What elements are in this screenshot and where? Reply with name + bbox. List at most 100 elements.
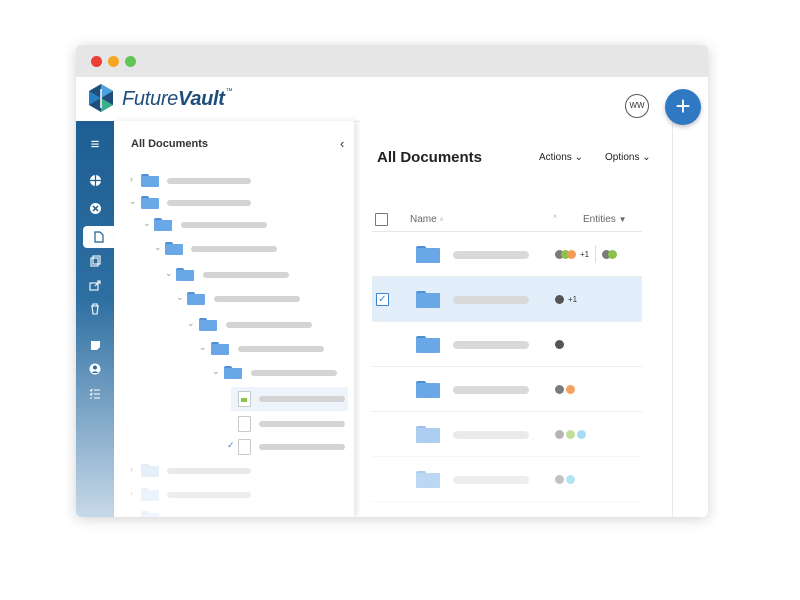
checklist-icon[interactable]	[76, 382, 114, 404]
window-titlebar	[76, 45, 708, 77]
tree-node-label-placeholder	[167, 468, 251, 474]
cell-divider	[595, 245, 597, 263]
tree-node-label-placeholder	[259, 421, 345, 427]
tree-node-label-placeholder	[167, 178, 251, 184]
globe-icon[interactable]	[76, 169, 114, 191]
chevron-down-icon: ⌄	[574, 152, 583, 163]
tree-file-row-highlighted[interactable]	[231, 387, 348, 411]
user-icon[interactable]	[76, 358, 114, 380]
folder-icon	[416, 246, 440, 263]
row-name-placeholder	[453, 386, 529, 394]
actions-dropdown[interactable]: Actions ⌄	[539, 152, 583, 163]
tree-node[interactable]: ⌄	[114, 217, 354, 233]
row-name-placeholder	[453, 341, 529, 349]
tree-node[interactable]: ⌄	[114, 291, 354, 307]
tree-node[interactable]	[114, 510, 354, 517]
tree-node-label-placeholder	[191, 246, 277, 252]
tree-node[interactable]: ⌄	[114, 317, 354, 333]
tree-node-label-placeholder	[167, 200, 251, 206]
maximize-window-button[interactable]	[125, 56, 136, 67]
row-name-placeholder	[453, 251, 529, 259]
close-circle-icon[interactable]	[76, 197, 114, 219]
chevron-down-icon[interactable]: ⌄	[154, 242, 162, 253]
row-name-placeholder	[453, 296, 529, 304]
user-avatar[interactable]: WW	[625, 94, 649, 118]
chevron-down-icon[interactable]: ⌄	[199, 342, 207, 353]
folder-icon	[141, 488, 159, 501]
table-row[interactable]	[372, 322, 642, 367]
right-panel	[672, 121, 708, 517]
sidebar: ≡	[76, 121, 114, 517]
image-file-icon	[238, 391, 251, 407]
app-header: FutureVault™ WW	[76, 77, 708, 122]
chevron-down-icon[interactable]: ⌄	[143, 218, 151, 229]
folder-icon	[199, 318, 217, 331]
menu-icon[interactable]: ≡	[76, 133, 114, 155]
entities-cell	[555, 384, 577, 394]
entities-cell	[555, 429, 588, 439]
options-dropdown[interactable]: Options ⌄	[605, 152, 651, 163]
column-header-name[interactable]: Name ˄	[410, 214, 444, 225]
folder-icon	[141, 174, 159, 187]
table-row[interactable]	[372, 457, 642, 502]
row-checkbox-checked[interactable]: ✓	[376, 293, 389, 306]
minimize-window-button[interactable]	[108, 56, 119, 67]
chevron-down-icon[interactable]: ⌄	[165, 268, 173, 279]
chevron-right-icon[interactable]: ›	[130, 174, 133, 184]
tree-node-label-placeholder	[214, 296, 300, 302]
tree-node[interactable]: ›	[114, 463, 354, 479]
collapse-panel-icon[interactable]: ‹	[340, 136, 344, 151]
futurevault-logo-icon	[89, 84, 113, 112]
copy-icon[interactable]	[76, 250, 114, 272]
entity-dot	[555, 294, 564, 304]
brand-name-bold: Vault	[178, 88, 225, 110]
chevron-down-icon[interactable]: ⌄	[129, 196, 137, 207]
tree-file-row[interactable]: ✓	[114, 439, 354, 455]
tree-node[interactable]: ›	[114, 487, 354, 503]
chevron-down-icon[interactable]: ⌄	[176, 292, 184, 303]
trash-icon[interactable]	[76, 298, 114, 320]
tree-node-label-placeholder	[238, 346, 324, 352]
file-icon	[238, 416, 251, 432]
add-button[interactable]: +	[665, 89, 701, 125]
entity-count: +1	[580, 249, 590, 259]
table-row[interactable]: +1	[372, 232, 642, 277]
note-icon[interactable]	[76, 334, 114, 356]
folder-icon	[165, 242, 183, 255]
tree-node[interactable]: ›	[114, 173, 354, 189]
trademark-mark: ™	[225, 88, 233, 95]
folder-icon	[154, 218, 172, 231]
entities-cell	[555, 339, 566, 349]
tree-node[interactable]: ⌄	[114, 267, 354, 283]
table-row-selected[interactable]: ✓ +1	[372, 277, 642, 322]
tree-node-label-placeholder	[181, 222, 267, 228]
chevron-down-icon[interactable]: ⌄	[187, 318, 195, 329]
tree-node-label-placeholder	[203, 272, 289, 278]
entities-cell	[555, 474, 577, 484]
tree-node[interactable]: ⌄	[114, 365, 354, 381]
folder-icon	[187, 292, 205, 305]
document-icon[interactable]	[83, 226, 114, 248]
tree-node[interactable]: ⌄	[114, 241, 354, 257]
entity-count: +1	[568, 294, 578, 304]
check-icon: ✓	[227, 440, 235, 450]
folder-icon	[416, 426, 440, 443]
column-header-entities[interactable]: Entities ▼	[583, 214, 627, 225]
tree-node-label-placeholder	[226, 322, 312, 328]
tree-node[interactable]: ⌄	[114, 341, 354, 357]
tree-file-row[interactable]	[114, 416, 354, 432]
entity-dot	[555, 339, 564, 349]
chevron-down-icon[interactable]: ⌄	[212, 366, 220, 377]
file-icon	[238, 439, 251, 455]
table-row[interactable]	[372, 412, 642, 457]
share-icon[interactable]	[76, 274, 114, 296]
close-window-button[interactable]	[91, 56, 102, 67]
table-row[interactable]	[372, 367, 642, 412]
column-name-label: Name	[410, 214, 437, 225]
chevron-right-icon[interactable]: ›	[130, 488, 133, 498]
tree-node[interactable]: ⌄	[114, 195, 354, 211]
entities-cell: +1	[555, 245, 619, 263]
tree-title: All Documents	[131, 138, 209, 150]
chevron-right-icon[interactable]: ›	[130, 464, 133, 474]
select-all-checkbox[interactable]	[375, 213, 388, 226]
